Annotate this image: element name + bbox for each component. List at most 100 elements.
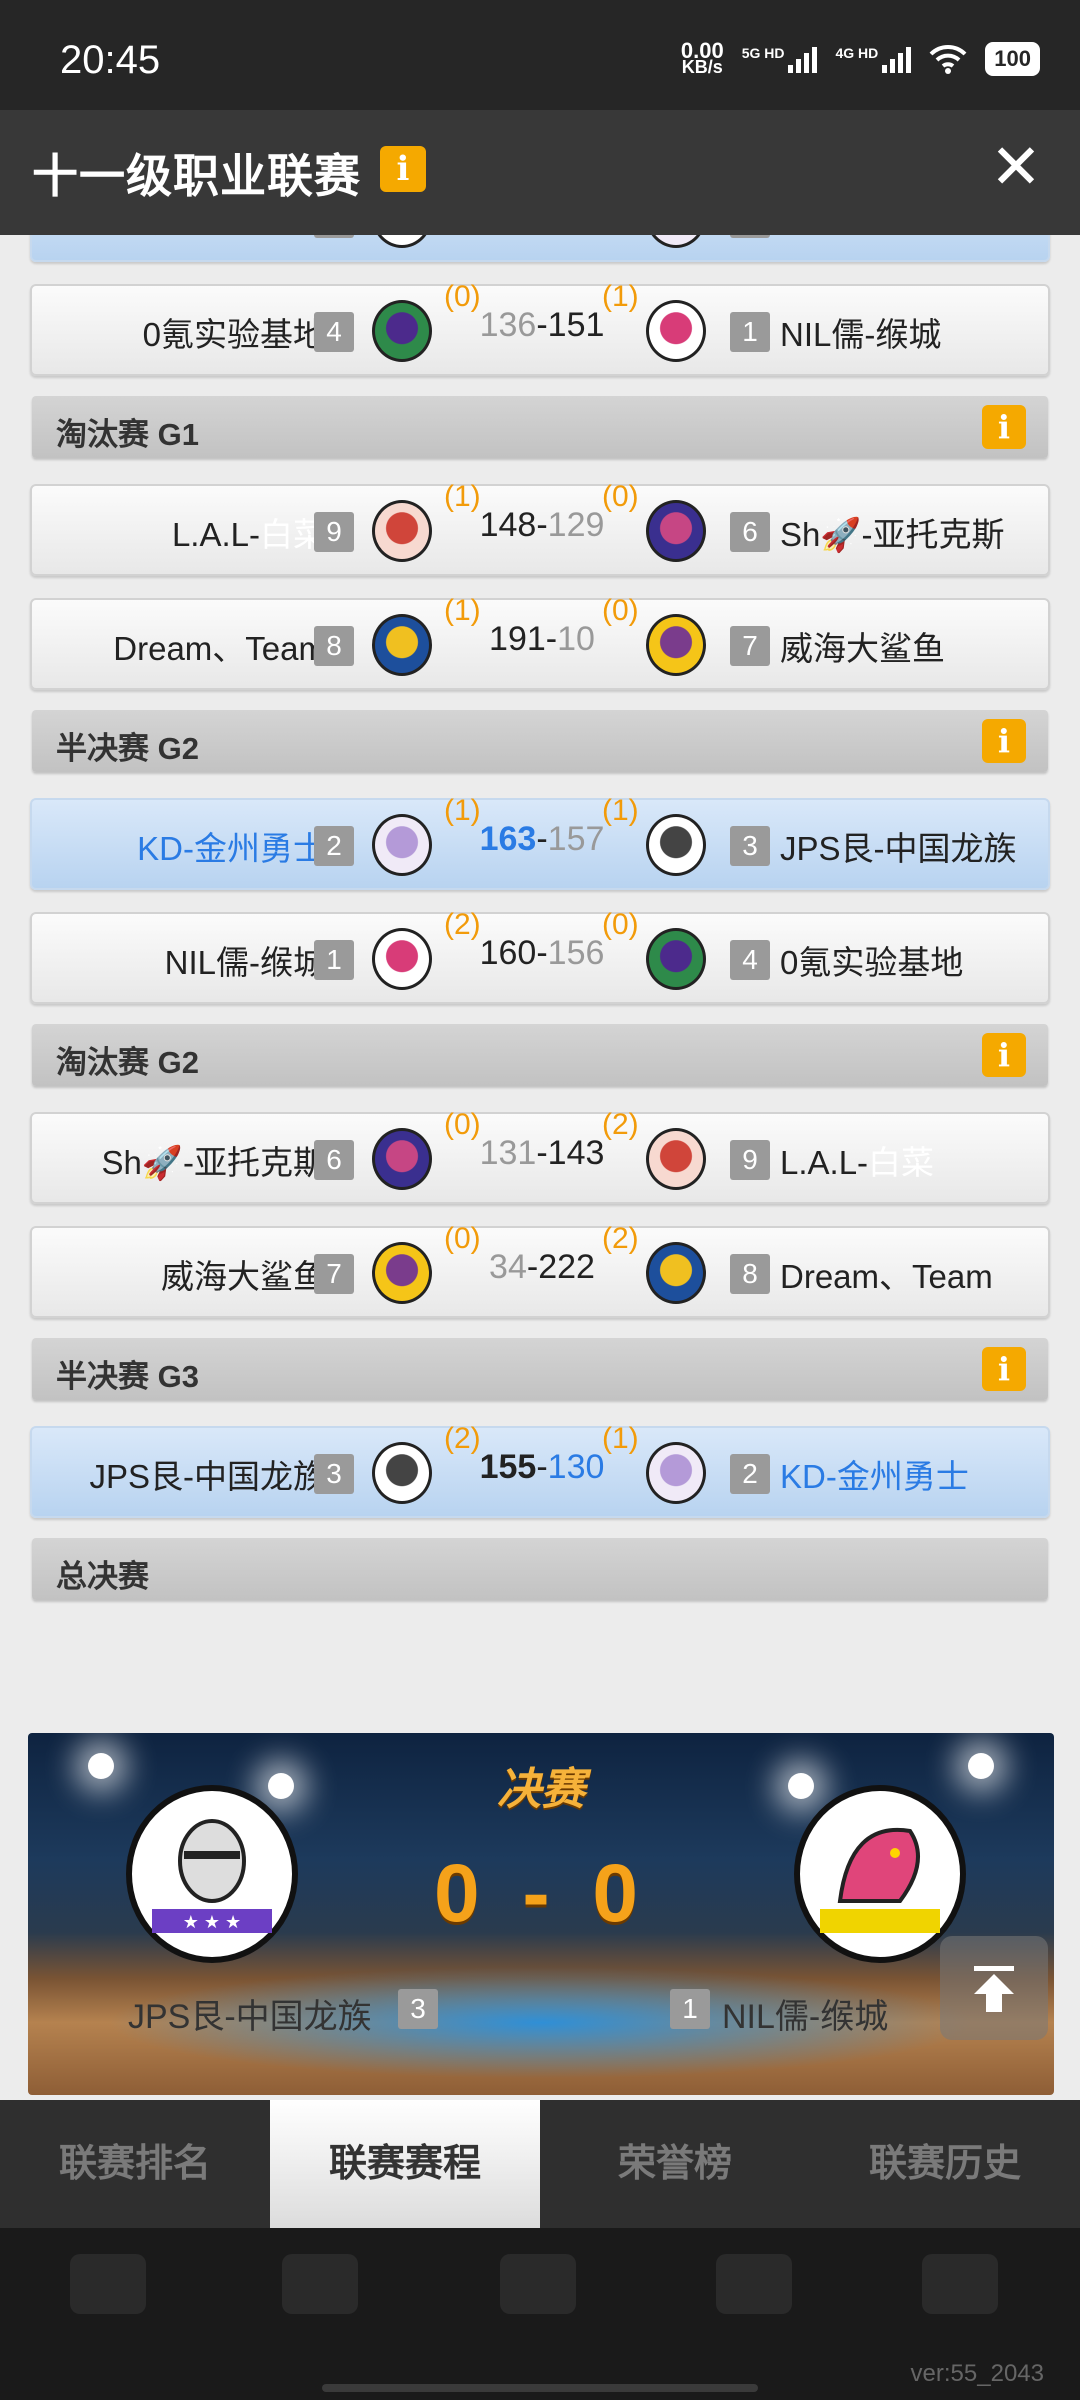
final-left-seed: 3 (398, 1989, 438, 2029)
team-logo-icon (646, 1128, 706, 1190)
match-row[interactable]: 威海大鲨鱼 7 8 (0) (2) 34-222 Dream、Team (30, 1222, 1050, 1318)
right-team-name: JPS艮-中国龙族 (780, 822, 1017, 870)
right-team-label-suffix: 白菜 (868, 1144, 935, 1181)
tab-league-schedule[interactable]: 联赛赛程 (270, 2100, 540, 2228)
close-icon[interactable]: ✕ (990, 137, 1042, 199)
sim2-label: 4G HD (835, 45, 879, 61)
right-team-label: 威海大鲨鱼 (780, 630, 945, 667)
score-separator: - (536, 506, 548, 544)
info-icon[interactable]: i (982, 1347, 1026, 1391)
team-logo-icon (646, 300, 706, 362)
final-right-seed: 1 (670, 1989, 710, 2029)
match-row[interactable]: JPS艮-中国龙族 3 2 (2) (1) 155-130 KD-金州勇士 (30, 1422, 1050, 1518)
info-icon[interactable]: i (982, 405, 1026, 449)
right-team-label: NIL儒-缑城 (780, 316, 942, 353)
status-icons: 0.00 KB/s 5G HD 4G HD 100 (681, 40, 1040, 77)
match-row[interactable]: JPS艮-中国龙族32(1)(0)142-129KD-金州勇士 (30, 235, 1050, 262)
network-speed: 0.00 KB/s (681, 40, 724, 77)
left-seed: 1 (314, 940, 354, 980)
score-left: 34 (489, 1248, 527, 1286)
left-seed: 9 (314, 512, 354, 552)
right-seed: 8 (730, 1254, 770, 1294)
left-team-label: KD-金州勇士 (137, 830, 326, 867)
match-row[interactable]: NIL儒-缑城 1 4 (2) (0) 160-156 0氪实验基地 (30, 908, 1050, 1004)
sim1-signal-icon: 5G HD (742, 45, 818, 73)
score-right: 10 (557, 620, 595, 658)
score-separator: - (536, 1134, 548, 1172)
bottom-nav-blurred: ver:55_2043 (0, 2228, 1080, 2400)
score-left: 163 (479, 820, 537, 858)
scroll-to-top-button[interactable] (940, 1936, 1048, 2040)
team-logo-icon (646, 928, 706, 990)
left-team-label: 0氪实验基地 (142, 316, 326, 353)
score-left: 148 (479, 506, 537, 544)
match-row[interactable]: Sh🚀-亚托克斯 6 9 (0) (2) 131-143 L.A.L-白菜 (30, 1108, 1050, 1204)
score-left: 136 (479, 306, 537, 344)
left-team-label: JPS艮-中国龙族 (89, 1458, 326, 1495)
right-team-name: KD-金州勇士 (780, 235, 969, 242)
left-team-name: 0氪实验基地 (143, 308, 326, 356)
info-icon[interactable]: i (982, 719, 1026, 763)
info-icon[interactable]: i (982, 1033, 1026, 1077)
score-separator: - (536, 820, 548, 858)
info-icon[interactable]: i (380, 146, 426, 192)
score-right: 130 (547, 1448, 605, 1486)
left-team-name: Sh🚀-亚托克斯 (102, 1136, 326, 1184)
left-team-name: JPS艮-中国龙族 (89, 1450, 326, 1498)
left-team-name: 威海大鲨鱼 (161, 1250, 326, 1298)
final-left-team: JPS艮-中国龙族 (128, 1998, 372, 2036)
round-title: 淘汰赛 G2 (56, 1045, 199, 1080)
left-seed: 7 (314, 1254, 354, 1294)
score-right: 222 (538, 1248, 595, 1286)
match-score: 163-157 (452, 820, 632, 859)
bottom-tab-bar: 联赛排名 联赛赛程 荣誉榜 联赛历史 (0, 2100, 1080, 2228)
team-logo-icon (646, 614, 706, 676)
right-team-label: KD-金州勇士 (780, 235, 969, 239)
right-seed: 4 (730, 940, 770, 980)
right-team-name: L.A.L-白菜 (780, 1136, 934, 1184)
score-separator: - (536, 306, 548, 344)
home-indicator (322, 2384, 758, 2392)
team-logo-icon (372, 1242, 432, 1304)
right-seed: 2 (730, 235, 770, 238)
left-team-label: NIL儒-缑城 (164, 944, 326, 981)
left-team-name: Dream、Team (113, 622, 326, 670)
match-row[interactable]: L.A.L-白菜 9 6 (1) (0) 148-129 Sh🚀-亚托克斯 (30, 480, 1050, 576)
team-logo-icon (372, 300, 432, 362)
team-logo-icon (372, 1128, 432, 1190)
score-right: 156 (547, 934, 605, 972)
left-seed: 8 (314, 626, 354, 666)
match-row[interactable]: Dream、Team 8 7 (1) (0) 191-10 威海大鲨鱼 (30, 594, 1050, 690)
round-title: 半决赛 G2 (56, 731, 199, 766)
tab-league-ranking[interactable]: 联赛排名 (0, 2100, 270, 2228)
right-team-name: KD-金州勇士 (780, 1450, 969, 1498)
knight-logo-icon: ★ ★ ★ (126, 1785, 298, 1963)
final-right-team: NIL儒-缑城 (722, 1998, 889, 2036)
tab-honor-roll[interactable]: 荣誉榜 (540, 2100, 810, 2228)
right-team-label: 0氪实验基地 (780, 944, 964, 981)
left-team-name: KD-金州勇士 (137, 822, 326, 870)
round-title: 淘汰赛 G1 (56, 417, 199, 452)
match-score: 148-129 (452, 506, 632, 545)
match-row[interactable]: 0氪实验基地 4 1 (0) (1) 136-151 NIL儒-缑城 (30, 280, 1050, 376)
sim2-signal-icon: 4G HD (835, 45, 912, 73)
team-logo-icon (646, 235, 706, 248)
left-team-label: L.A.L- (171, 516, 260, 553)
match-row[interactable]: KD-金州勇士 2 3 (1) (1) 163-157 JPS艮-中国龙族 (30, 794, 1050, 890)
arrow-up-icon (974, 1966, 1014, 2012)
round-section-header: 半决赛 G3 i (32, 1338, 1048, 1400)
round-section-header: 淘汰赛 G2 i (32, 1024, 1048, 1086)
right-team-label: Sh🚀-亚托克斯 (780, 516, 1005, 553)
right-seed: 3 (730, 826, 770, 866)
left-team-label: JPS艮-中国龙族 (89, 235, 326, 239)
score-separator: - (536, 1448, 548, 1486)
match-score: 34-222 (452, 1248, 632, 1287)
score-right: 143 (547, 1134, 605, 1172)
score-right: 129 (547, 506, 605, 544)
round-section-header: 淘汰赛 G1 i (32, 396, 1048, 458)
final-banner[interactable]: 决赛 0 - 0 ★ ★ ★ JPS艮-中国龙族 3 1 NIL儒-缑城 (28, 1733, 1054, 2095)
tab-league-history[interactable]: 联赛历史 (810, 2100, 1080, 2228)
score-separator: - (545, 620, 558, 658)
score-left: 160 (479, 934, 537, 972)
team-logo-icon (646, 500, 706, 562)
